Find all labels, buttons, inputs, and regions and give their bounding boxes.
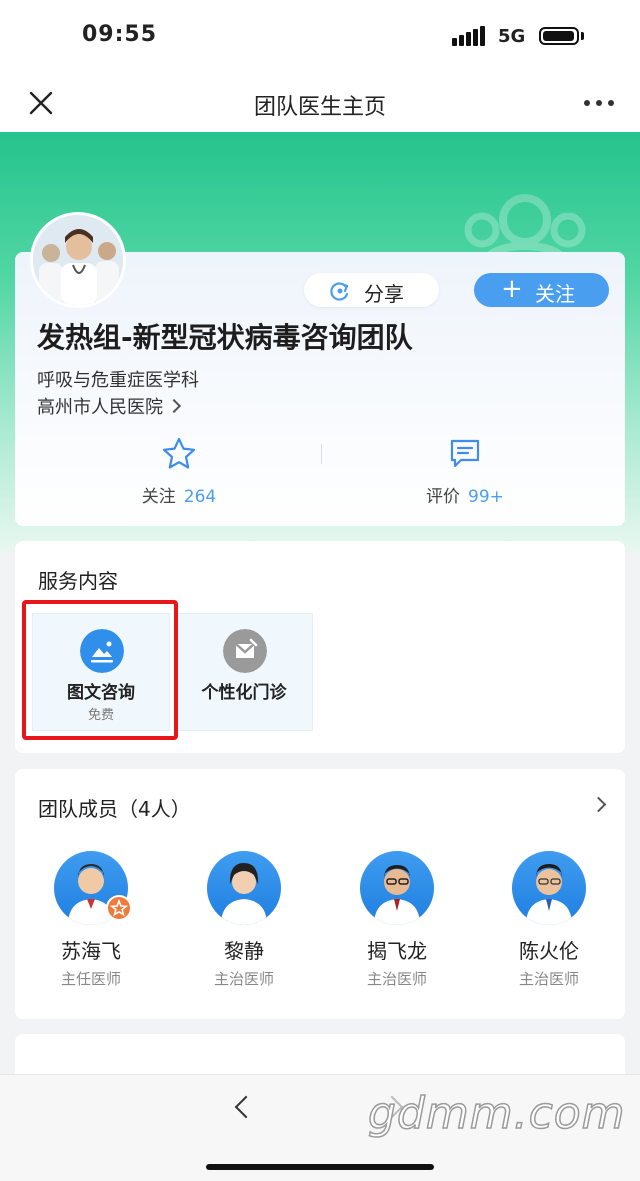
status-bar: 09:55 5G [0,0,640,72]
avatar [360,851,434,925]
team-name: 发热组-新型冠状病毒咨询团队 [37,321,413,354]
share-button[interactable]: 分享 [304,273,439,307]
page-title: 团队医生主页 [253,95,386,120]
home-indicator [206,1164,434,1170]
message-icon [450,439,480,468]
more-icon[interactable] [584,100,614,108]
site-watermark: gdmm.com [367,1087,626,1140]
member-title: 主治医师 [366,970,427,988]
stat-divider [321,444,322,464]
service-personal-clinic[interactable]: 个性化门诊 [175,613,313,731]
member-name: 揭飞龙 [367,939,427,963]
avatar [512,851,586,925]
follow-button[interactable]: + 关注 [474,273,609,307]
nav-bar: 团队医生主页 [0,72,640,132]
member-name: 陈火伦 [519,939,579,963]
team-avatar [30,212,126,308]
review-count: 99+ [468,487,504,507]
status-time: 09:55 [82,22,158,47]
signal-icon [452,26,490,46]
member-card[interactable]: 陈火伦 主治医师 [484,851,614,989]
member-title: 主治医师 [213,970,274,988]
member-title: 主任医师 [60,970,121,988]
review-stat-label: 评价 [426,487,461,507]
member-card[interactable]: 苏海飞 主任医师 [26,851,156,989]
share-label: 分享 [364,282,404,306]
service-name: 个性化门诊 [201,683,287,703]
member-card[interactable]: 黎静 主治医师 [179,851,309,989]
back-arrow-icon[interactable] [234,1095,258,1119]
chevron-right-icon [166,398,182,414]
share-icon [330,282,349,301]
follow-stat-label: 关注 [141,487,176,507]
follow-label: 关注 [535,282,575,306]
member-name: 黎静 [224,939,264,963]
clinic-icon [223,629,267,673]
follow-stat[interactable]: 关注 264 [99,436,259,507]
services-title: 服务内容 [38,569,118,593]
team-members-card: 团队成员（4人） 苏海飞 主任医师 黎静 主治医师 揭飞龙 主治医师 陈火伦 主… [15,769,625,1019]
plus-icon: + [501,274,523,304]
member-card[interactable]: 揭飞龙 主治医师 [332,851,462,989]
member-name: 苏海飞 [61,939,121,963]
battery-icon [539,27,579,45]
star-icon [162,437,196,469]
star-badge-icon [106,895,132,921]
hospital-link[interactable]: 高州市人民医院 [37,393,182,419]
department: 呼吸与危重症医学科 [37,370,199,391]
review-stat[interactable]: 评价 99+ [385,436,545,507]
chevron-right-icon[interactable] [590,796,607,813]
member-title: 主治医师 [518,970,579,988]
avatar [207,851,281,925]
network-label: 5G [498,26,526,47]
hospital-name: 高州市人民医院 [37,397,163,418]
team-members-title: 团队成员（4人） [38,797,191,821]
highlight-box [22,600,178,740]
follow-count: 264 [183,487,217,507]
